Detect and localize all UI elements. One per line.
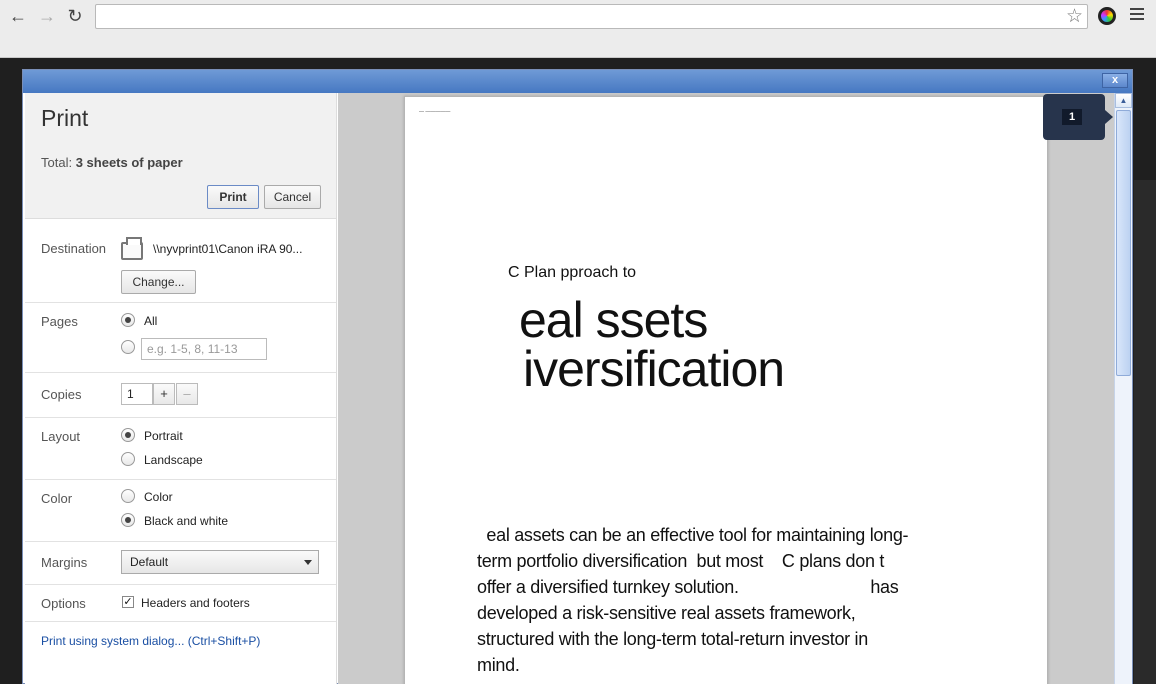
forward-arrow-icon[interactable]: →	[36, 5, 58, 27]
margins-label: Margins	[41, 555, 88, 570]
pages-range-placeholder: e.g. 1-5, 8, 11-13	[147, 342, 238, 356]
back-arrow-icon[interactable]: ←	[7, 5, 29, 27]
color-color-radio[interactable]	[121, 489, 135, 503]
margins-value: Default	[130, 555, 169, 569]
destination-row: Destination \\nyvprint01\Canon iRA 90...…	[25, 220, 336, 303]
page-number-indicator: 1	[1043, 94, 1113, 140]
browser-toolbar: ← → ↻ ☆	[0, 0, 1156, 58]
page-number: 1	[1062, 109, 1082, 125]
settings-header: Print Total: 3 sheets of paper Print Can…	[25, 93, 336, 219]
scrollbar-thumb[interactable]	[1116, 110, 1131, 376]
hamburger-menu-icon[interactable]	[1130, 8, 1144, 22]
print-dialog: x Print Total: 3 sheets of paper Print C…	[22, 69, 1133, 684]
layout-portrait-label: Portrait	[144, 429, 183, 443]
pages-label: Pages	[41, 314, 78, 329]
star-icon[interactable]: ☆	[1066, 6, 1083, 28]
close-button[interactable]: x	[1102, 73, 1128, 88]
print-preview-area: — ————— C Plan pproach to eal ssets iver…	[338, 93, 1114, 684]
options-label: Options	[41, 596, 86, 611]
pages-range-radio[interactable]	[121, 340, 135, 354]
headers-footers-checkbox[interactable]: ✓	[122, 596, 134, 608]
print-settings-panel: Print Total: 3 sheets of paper Print Can…	[25, 93, 337, 684]
layout-label: Layout	[41, 429, 81, 444]
color-bw-label: Black and white	[144, 514, 229, 528]
printer-icon	[121, 237, 143, 260]
destination-printer-name: \\nyvprint01\Canon iRA 90...	[153, 242, 303, 256]
margins-select[interactable]: Default	[121, 550, 319, 574]
headers-footers-label: Headers and footers	[141, 596, 250, 610]
color-bw-radio[interactable]	[121, 513, 135, 527]
body-line: offer a diversified turnkey solution. ha…	[477, 577, 899, 597]
cancel-button[interactable]: Cancel	[264, 185, 321, 209]
body-line: structured with the long-term total-retu…	[477, 629, 868, 649]
total-value: 3 sheets of paper	[75, 155, 183, 170]
layout-portrait-radio[interactable]	[121, 428, 135, 442]
copies-label: Copies	[41, 387, 82, 402]
system-dialog-link[interactable]: Print using system dialog... (Ctrl+Shift…	[41, 634, 260, 648]
options-row: Options ✓ Headers and footers	[25, 585, 336, 622]
total-prefix: Total:	[41, 155, 73, 170]
page-header-text: — —————	[419, 109, 451, 115]
extension-icon[interactable]	[1098, 7, 1116, 25]
copies-decrement-button[interactable]: –	[176, 383, 198, 405]
body-line: mind.	[477, 655, 520, 675]
destination-label: Destination	[41, 241, 107, 256]
print-button[interactable]: Print	[207, 185, 259, 209]
copies-row: Copies 1 + –	[25, 373, 336, 418]
margins-row: Margins Default	[25, 542, 336, 585]
address-bar[interactable]: ☆	[95, 4, 1088, 29]
preview-scrollbar[interactable]: ▲	[1114, 93, 1132, 684]
layout-landscape-radio[interactable]	[121, 452, 135, 466]
preview-page: — ————— C Plan pproach to eal ssets iver…	[404, 96, 1048, 684]
layout-row: Layout Portrait Landscape	[25, 418, 336, 480]
pages-all-label: All	[144, 314, 158, 328]
document-subtitle: C Plan pproach to	[508, 264, 637, 281]
color-label: Color	[41, 491, 73, 506]
page-title: Print	[41, 105, 89, 131]
pages-range-input[interactable]: e.g. 1-5, 8, 11-13	[141, 338, 267, 360]
pages-row: Pages All e.g. 1-5, 8, 11-13	[25, 303, 336, 373]
body-line: developed a risk-sensitive real assets f…	[477, 603, 856, 623]
scroll-up-icon[interactable]: ▲	[1115, 93, 1132, 108]
color-row: Color Color Black and white	[25, 480, 336, 542]
layout-landscape-label: Landscape	[144, 453, 203, 467]
document-title-line-2: iversification	[523, 341, 785, 397]
body-line: eal assets can be an effective tool for …	[477, 525, 909, 545]
dialog-titlebar: x	[23, 70, 1132, 93]
color-color-label: Color	[144, 490, 173, 504]
pages-all-radio[interactable]	[121, 313, 135, 327]
copies-input[interactable]: 1	[121, 383, 153, 405]
change-destination-button[interactable]: Change...	[121, 270, 196, 294]
total-sheets: Total: 3 sheets of paper	[41, 155, 183, 170]
reload-icon[interactable]: ↻	[64, 5, 86, 27]
copies-increment-button[interactable]: +	[153, 383, 175, 405]
chevron-down-icon	[304, 560, 312, 565]
body-line: term portfolio diversification but most …	[477, 551, 885, 571]
page-background-scroll	[1134, 180, 1156, 684]
